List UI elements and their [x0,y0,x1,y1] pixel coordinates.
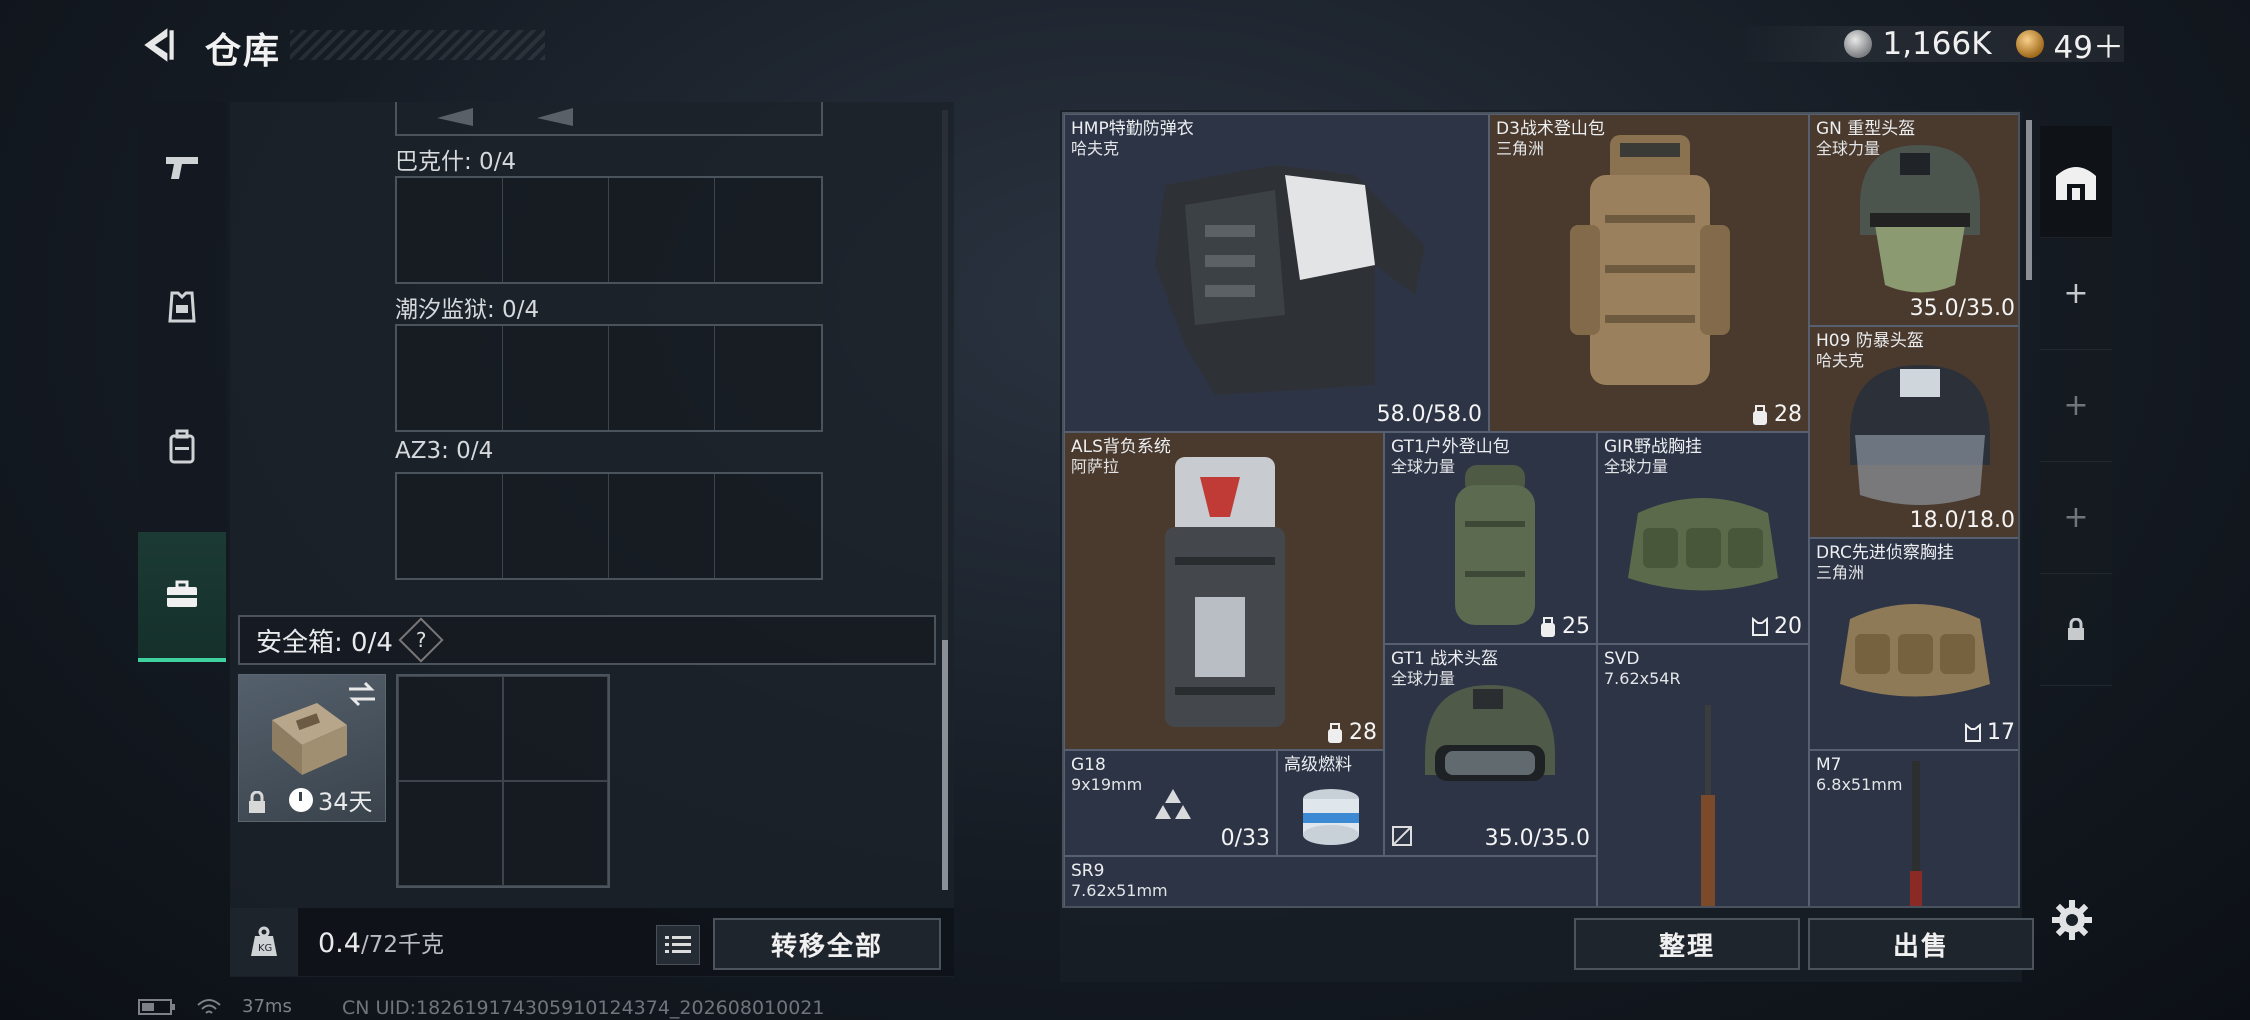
inventory-item[interactable]: D3战术登山包 三角洲 28 [1489,114,1809,432]
section-label-prison: 潮汐监狱: 0/4 [395,297,540,323]
riot-helmet-icon [1850,365,1990,505]
ping-value: 37ms [242,996,292,1017]
section-label-az3: AZ3: 0/4 [395,438,494,464]
rail-tab-add[interactable]: + [2040,462,2112,574]
inventory-item[interactable]: SVD 7.62x54R [1597,644,1809,906]
warehouse-icon [2056,166,2096,200]
inventory-item[interactable]: GT1 战术头盔 全球力量 35.0/35.0 [1384,644,1597,856]
gold-coin-icon [2015,30,2044,58]
inventory-item[interactable]: ALS背负系统 阿萨拉 28 [1064,432,1384,750]
sell-button[interactable]: 出售 [1808,918,2034,970]
safebox-case-icon [272,703,347,775]
helmet-icon [1860,145,1980,293]
inventory-item[interactable]: DRC先进侦察胸挂 三角洲 17 [1809,538,2018,750]
rig-capacity-icon [1752,616,1768,636]
rail-tab-storage[interactable] [2040,126,2112,238]
help-icon[interactable]: ? [398,617,444,663]
uid-text: CN UID:18261917430591012437​4_2026080100… [342,997,825,1019]
ammo-type-icon [1155,789,1191,819]
briefcase-icon [167,580,197,607]
slot-arrow-icon [437,108,473,126]
inventory-item[interactable]: H09 防暴头盔 哈夫克 18.0/18.0 [1809,326,2018,538]
battery-icon [138,998,175,1015]
inventory-scroll-thumb[interactable] [2026,120,2032,280]
pistol-icon [166,157,198,179]
status-bar: 37ms [138,996,292,1017]
category-rail [138,102,226,672]
storage-scroll-thumb[interactable] [942,640,948,890]
silver-coin-icon [1844,30,1873,58]
safebox-header: 安全箱: 0/4 ? [238,615,936,665]
chest-rig-icon [1840,604,1990,697]
backpack-icon [1165,457,1285,727]
body-armor-icon [1155,165,1425,395]
gear-icon[interactable] [2050,898,2094,942]
inventory-item[interactable]: HMP特勤防弹衣 哈夫克 58.0/58.0 [1064,114,1489,432]
plus-icon: + [2063,276,2089,311]
gold-amount[interactable]: 49＋ [2054,22,2124,67]
weight-value: 0.4/72千克 [318,928,444,959]
rail-tab-locked[interactable] [2040,574,2112,686]
rail-item-weapons[interactable] [138,102,226,232]
capacity-icon [1328,722,1342,743]
rifle-icon [1701,705,1715,906]
svg-text:KG: KG [258,943,272,954]
slot-grid-prison[interactable] [395,324,823,432]
silver-amount: 1,166K [1882,26,1992,62]
currency-display[interactable]: 1,166K 49＋ [1734,26,2124,66]
swap-icon[interactable] [347,681,377,707]
safebox-duration: 34天 [289,782,373,817]
wifi-icon [197,998,221,1014]
list-icon [665,936,691,953]
back-arrow-icon[interactable] [138,24,180,66]
clock-icon [289,787,313,812]
vest-icon [168,291,196,323]
inventory-item[interactable]: SR9 7.62x51mm [1064,856,1597,906]
plus-icon: + [2063,500,2089,535]
rail-item-backpack[interactable] [138,382,226,512]
inventory-grid: HMP特勤防弹衣 哈夫克 58.0/58.0 D3战术登山包 三角洲 28 GN… [1062,112,2020,908]
chest-rig-icon [1628,498,1778,591]
sort-button[interactable]: 整理 [1574,918,1800,970]
fuel-can-icon [1303,789,1359,845]
transfer-all-button[interactable]: 转移全部 [713,918,941,970]
slot-grid-bakshi[interactable] [395,176,823,284]
lock-icon [249,791,265,813]
rail-item-safebox[interactable] [138,532,226,662]
safebox-slot-grid[interactable] [396,674,610,888]
inventory-item[interactable]: GIR野战胸挂 全球力量 20 [1597,432,1809,644]
backpack-icon [1455,465,1535,625]
inventory-item[interactable]: G18 9x19mm 0/33 [1064,750,1277,856]
capacity-icon [1753,404,1767,425]
no-repair-icon [1392,826,1412,846]
helmet-icon [1425,685,1555,781]
inventory-item[interactable]: GT1户外登山包 全球力量 25 [1384,432,1597,644]
weight-kg-icon: KG [230,908,298,976]
title-decoration [290,30,545,60]
inventory-item[interactable]: GN 重型头盔 全球力量 35.0/35.0 [1809,114,2018,326]
inventory-item[interactable]: 高级燃料 [1277,750,1384,856]
rail-tab-add[interactable]: + [2040,350,2112,462]
rail-tab-add[interactable]: + [2040,238,2112,350]
partial-slot-grid [395,102,823,136]
slot-grid-az3[interactable] [395,472,823,580]
section-label-bakshi: 巴克什: 0/4 [395,149,517,175]
rig-capacity-icon [1965,722,1981,742]
rifle-icon [1910,761,1922,906]
slot-arrow-icon [537,108,573,126]
plus-icon: + [2063,388,2089,423]
safebox-item[interactable]: 34天 [238,674,386,822]
backpack-icon [1570,135,1730,385]
safebox-label: 安全箱: 0/4 [256,627,393,658]
inventory-page-rail: + + + [2040,126,2112,686]
rail-item-armor[interactable] [138,242,226,372]
list-view-button[interactable] [656,925,700,965]
lock-icon [2068,617,2084,640]
inventory-item[interactable]: M7 6.8x51mm [1809,750,2018,906]
capacity-icon [1541,616,1555,637]
backpack-icon [169,429,195,464]
page-title: 仓库 [205,31,282,72]
